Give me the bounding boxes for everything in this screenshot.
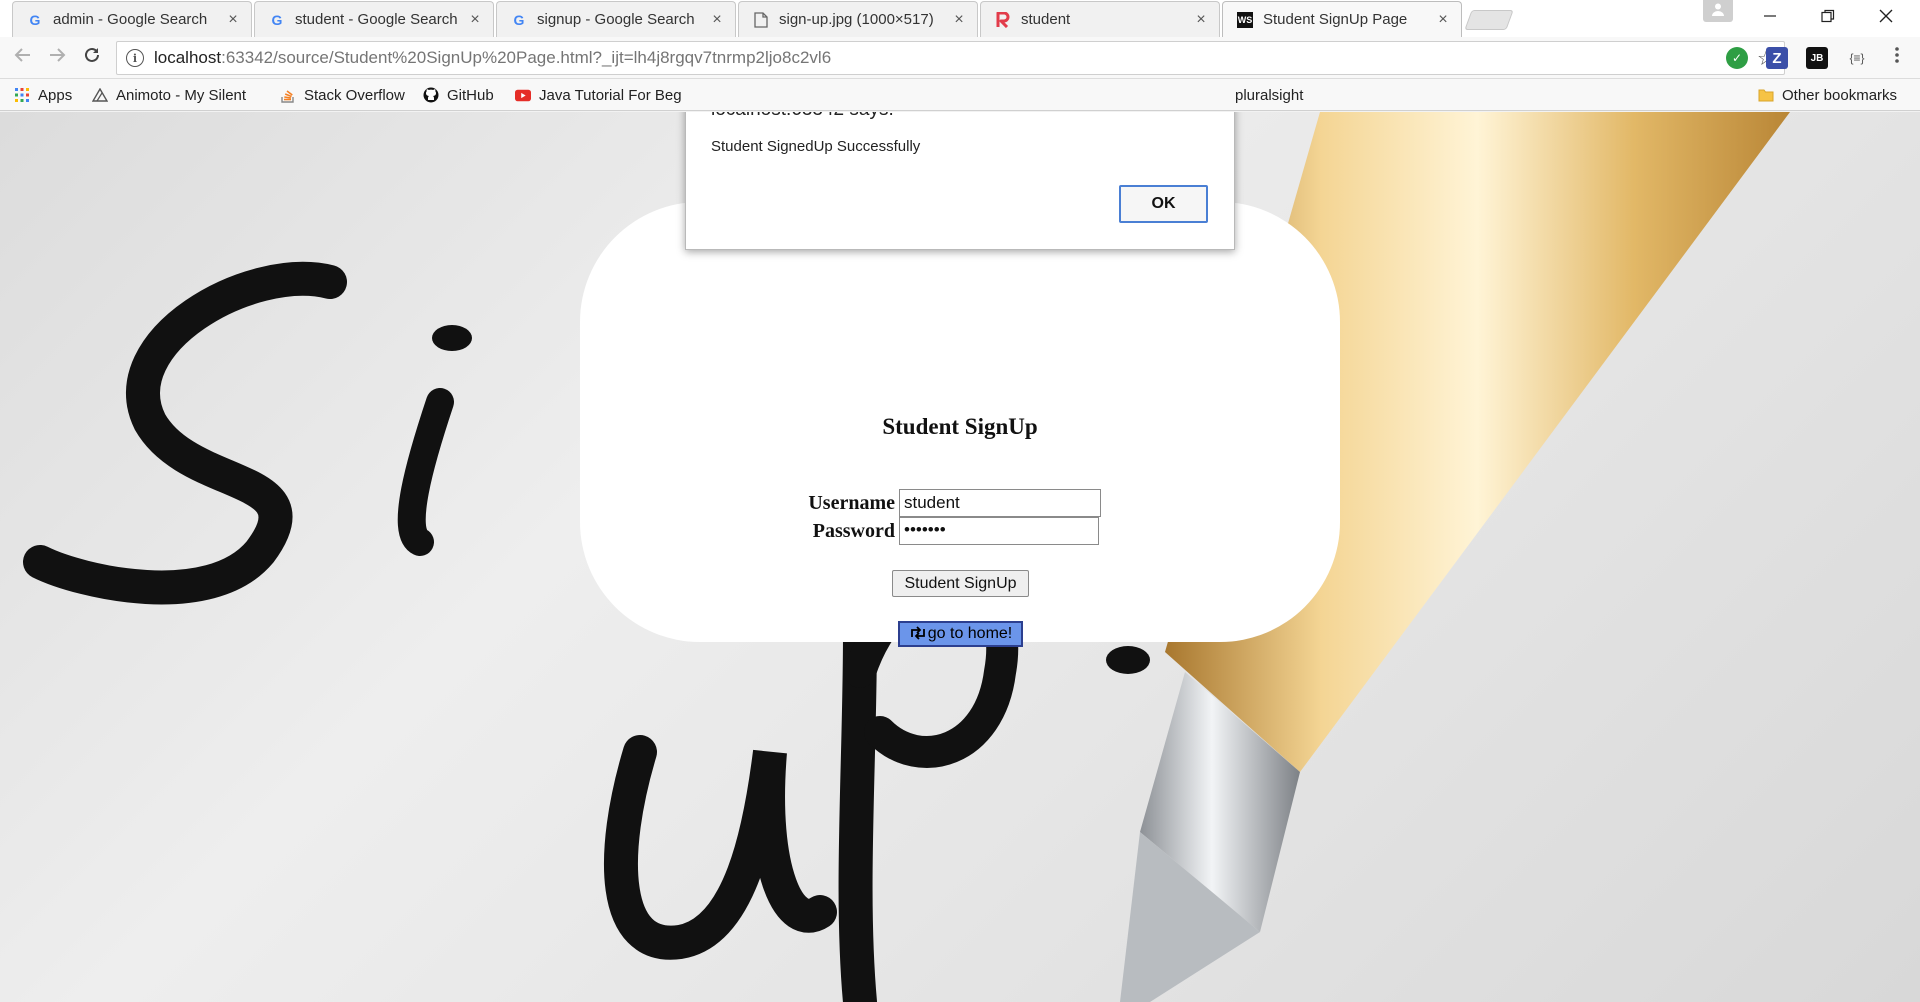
tab-title: sign-up.jpg (1000×517) (779, 11, 934, 28)
tab-student-search[interactable]: G student - Google Search × (254, 1, 494, 37)
google-icon: G (269, 12, 285, 28)
close-icon[interactable]: × (467, 11, 483, 28)
bookmark-label: Java Tutorial For Beg (539, 86, 682, 104)
retweet-icon (909, 625, 927, 643)
tab-title: Student SignUp Page (1263, 11, 1408, 28)
url-path: :63342/source/Student%20SignUp%20Page.ht… (221, 48, 832, 67)
bookmark-pluralsight[interactable]: pluralsight (1235, 85, 1303, 105)
signup-card: Student SignUp Username Password •••••••… (580, 202, 1340, 647)
alert-message: Student SignedUp Successfully (711, 138, 921, 155)
apps-grid-icon (14, 87, 30, 103)
tab-student[interactable]: student × (980, 1, 1220, 37)
new-tab-button[interactable] (1464, 10, 1514, 30)
address-bar[interactable]: i localhost:63342/source/Student%20SignU… (116, 41, 1785, 75)
google-icon: G (511, 12, 527, 28)
go-to-home-button[interactable]: go to home! (898, 621, 1023, 647)
close-icon[interactable]: × (1435, 11, 1451, 28)
page-viewport: Student SignUp Username Password •••••••… (0, 112, 1920, 1002)
youtube-icon (515, 87, 531, 103)
google-icon: G (27, 12, 43, 28)
bookmarks-bar: Apps Animoto - My Silent Stack Overflow … (0, 79, 1920, 111)
bookmark-other[interactable]: Other bookmarks (1758, 85, 1897, 105)
username-input[interactable] (899, 489, 1101, 517)
alert-title: localhost:63342 says: (711, 112, 894, 121)
github-icon (423, 87, 439, 103)
bookmark-label: pluralsight (1235, 86, 1304, 104)
jetbrains-extension-icon[interactable]: JB (1806, 47, 1828, 69)
json-extension-icon[interactable]: {≡} (1846, 47, 1868, 69)
bookmark-label: GitHub (447, 86, 494, 104)
back-button[interactable] (10, 45, 36, 71)
close-icon[interactable]: × (709, 11, 725, 28)
z-extension-icon[interactable]: Z (1766, 47, 1788, 69)
restore-button[interactable] (1800, 0, 1856, 35)
stackoverflow-icon (280, 87, 296, 103)
arrow-left-icon (14, 46, 32, 70)
tab-title: admin - Google Search (53, 11, 208, 28)
arrow-right-icon (48, 46, 66, 70)
bookmark-label: Stack Overflow (304, 86, 405, 104)
password-label: Password (812, 519, 895, 542)
info-icon[interactable]: i (126, 49, 144, 67)
tab-title: student (1021, 11, 1071, 28)
bookmark-java-tutorial[interactable]: Java Tutorial For Beg (515, 85, 682, 105)
chrome-menu-button[interactable] (1884, 45, 1910, 71)
url-host: localhost (154, 48, 222, 67)
tab-signup-search[interactable]: G signup - Google Search × (496, 1, 736, 37)
profile-button[interactable] (1703, 0, 1733, 22)
username-row: Username (800, 489, 1101, 517)
window-close-button[interactable] (1858, 0, 1914, 35)
tab-title: signup - Google Search (537, 11, 695, 28)
reload-button[interactable] (79, 45, 105, 71)
forward-button[interactable] (44, 45, 70, 71)
webstorm-icon: WS (1237, 11, 1253, 28)
restore-icon (1821, 7, 1835, 28)
url-text[interactable]: localhost:63342/source/Student%20SignUp%… (154, 48, 1754, 68)
kebab-menu-icon (1894, 46, 1900, 70)
close-icon[interactable]: × (951, 11, 967, 28)
document-icon (753, 11, 769, 28)
tab-student-signup-page[interactable]: WS Student SignUp Page × (1222, 1, 1462, 37)
person-icon (1711, 2, 1725, 21)
password-row: Password ••••••• (800, 517, 1099, 545)
svg-text:G: G (30, 12, 41, 28)
ok-button[interactable]: OK (1119, 185, 1208, 223)
go-to-home-label: go to home! (927, 625, 1013, 642)
username-label: Username (808, 491, 895, 514)
checkmark-extension-icon[interactable]: ✓ (1726, 47, 1748, 69)
alert-dialog: localhost:63342 says: × Student SignedUp… (685, 112, 1235, 250)
tab-admin-search[interactable]: G admin - Google Search × (12, 1, 252, 37)
minimize-button[interactable] (1742, 0, 1798, 35)
svg-text:G: G (272, 12, 283, 28)
close-icon (1879, 7, 1893, 28)
bookmark-label: Apps (38, 86, 73, 104)
bookmark-stackoverflow[interactable]: Stack Overflow (280, 85, 405, 105)
tab-strip: G admin - Google Search × G student - Go… (0, 0, 1920, 37)
folder-icon (1758, 87, 1774, 103)
close-icon[interactable]: × (1193, 11, 1209, 28)
student-signup-button[interactable]: Student SignUp (892, 570, 1029, 597)
tab-signup-image[interactable]: sign-up.jpg (1000×517) × (738, 1, 978, 37)
close-icon[interactable]: × (225, 11, 241, 28)
r-logo-icon (995, 11, 1011, 28)
bookmark-label: Animoto - My Silent (116, 86, 247, 104)
minimize-icon (1763, 7, 1777, 28)
signup-title: Student SignUp (882, 414, 1038, 439)
password-input[interactable]: ••••••• (899, 517, 1099, 545)
tab-title: student - Google Search (295, 11, 458, 28)
animoto-icon (92, 87, 108, 103)
reload-icon (83, 46, 101, 70)
bookmark-apps[interactable]: Apps (14, 85, 72, 105)
bookmark-label: Other bookmarks (1782, 86, 1898, 104)
bookmark-github[interactable]: GitHub (423, 85, 494, 105)
svg-text:G: G (514, 12, 525, 28)
browser-toolbar: i localhost:63342/source/Student%20SignU… (0, 37, 1920, 79)
bookmark-animoto[interactable]: Animoto - My Silent (92, 85, 246, 105)
